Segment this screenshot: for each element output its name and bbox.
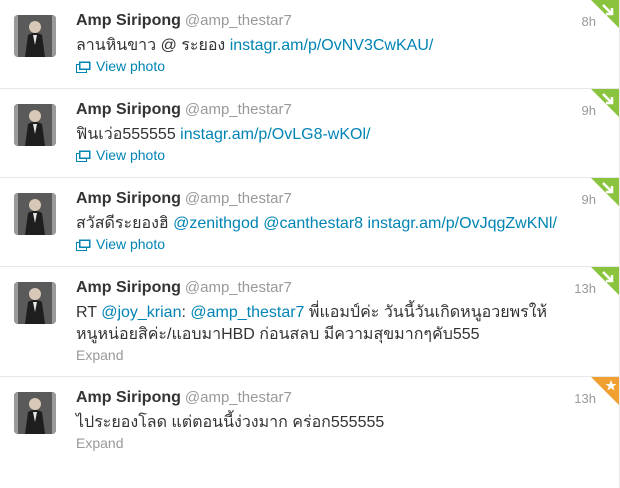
tweet-item[interactable]: Amp Siripong @amp_thestar7 13h RT @joy_kr… [0,267,619,377]
mention-link[interactable]: @canthestar8 [263,215,363,232]
tweet-text-body: ลานหินขาว @ ระยอง [76,37,230,54]
view-photo-button[interactable]: View photo [76,58,165,76]
tweet-fullname[interactable]: Amp Siripong [76,190,181,207]
tweet-header: Amp Siripong @amp_thestar7 13h [76,389,619,409]
tweet-link[interactable]: instagr.am/p/OvNV3CwKAU/ [230,37,434,54]
expand-link[interactable]: Expand [76,435,123,451]
tweet-header: Amp Siripong @amp_thestar7 8h [76,12,619,32]
photo-icon [76,149,91,165]
expand-link[interactable]: Expand [76,347,123,363]
view-photo-label: View photo [96,58,166,74]
tweet-username[interactable]: @amp_thestar7 [185,101,292,118]
tweet-text: ไประยองโลด แต่ตอนนี้ง่วงมาก คร่อก555555 [76,412,579,434]
view-photo-label: View photo [96,236,166,252]
tweet-item[interactable]: Amp Siripong @amp_thestar7 9h ฟินเว่อ5555… [0,89,619,178]
view-photo-button[interactable]: View photo [76,147,165,165]
tweet-header: Amp Siripong @amp_thestar7 13h [76,279,619,299]
mention-link[interactable]: @amp_thestar7 [190,304,304,321]
green-check-icon [591,267,619,295]
avatar[interactable] [14,193,56,235]
tweet-text-body: ฟินเว่อ555555 [76,126,181,143]
tweet-username[interactable]: @amp_thestar7 [185,389,292,406]
tweet-item[interactable]: Amp Siripong @amp_thestar7 8h ลานหินขาว @… [0,0,619,89]
tweet-link[interactable]: instagr.am/p/OvJqgZwKNl/ [368,215,557,232]
tweet-text: ลานหินขาว @ ระยอง instagr.am/p/OvNV3CwKA… [76,35,579,57]
photo-icon [76,60,91,76]
mention-link[interactable]: @joy_krian [101,304,181,321]
tweet-text: ฟินเว่อ555555 instagr.am/p/OvLG8-wKOl/ [76,124,579,146]
tweet-text-body: สวัสดีระยองฮิ [76,215,174,232]
tweet-item[interactable]: Amp Siripong @amp_thestar7 13h ไประยองโลด… [0,377,619,488]
green-check-icon [591,0,619,28]
green-check-icon [591,89,619,117]
avatar[interactable] [14,282,56,324]
tweet-timeline: Amp Siripong @amp_thestar7 8h ลานหินขาว @… [0,0,620,488]
avatar[interactable] [14,104,56,146]
tweet-text-body: ไประยองโลด แต่ตอนนี้ง่วงมาก คร่อก555555 [76,414,385,431]
view-photo-label: View photo [96,147,166,163]
tweet-link[interactable]: instagr.am/p/OvLG8-wKOl/ [180,126,370,143]
tweet-header: Amp Siripong @amp_thestar7 9h [76,101,619,121]
avatar[interactable] [14,392,56,434]
tweet-fullname[interactable]: Amp Siripong [76,12,181,29]
avatar[interactable] [14,15,56,57]
tweet-text: สวัสดีระยองฮิ @zenithgod @canthestar8 in… [76,213,579,235]
green-check-icon [591,178,619,206]
mention-link[interactable]: @zenithgod [173,215,259,232]
retweet-prefix: RT [76,304,102,321]
tweet-fullname[interactable]: Amp Siripong [76,389,181,406]
orange-star-icon [591,377,619,405]
photo-icon [76,238,91,254]
tweet-username[interactable]: @amp_thestar7 [185,12,292,29]
tweet-fullname[interactable]: Amp Siripong [76,101,181,118]
tweet-fullname[interactable]: Amp Siripong [76,279,181,296]
tweet-header: Amp Siripong @amp_thestar7 9h [76,190,619,210]
view-photo-button[interactable]: View photo [76,236,165,254]
tweet-username[interactable]: @amp_thestar7 [185,279,292,296]
tweet-item[interactable]: Amp Siripong @amp_thestar7 9h สวัสดีระยอง… [0,178,619,267]
tweet-username[interactable]: @amp_thestar7 [185,190,292,207]
tweet-text: RT @joy_krian: @amp_thestar7 พี่แอมป์ค่ะ… [76,302,564,346]
